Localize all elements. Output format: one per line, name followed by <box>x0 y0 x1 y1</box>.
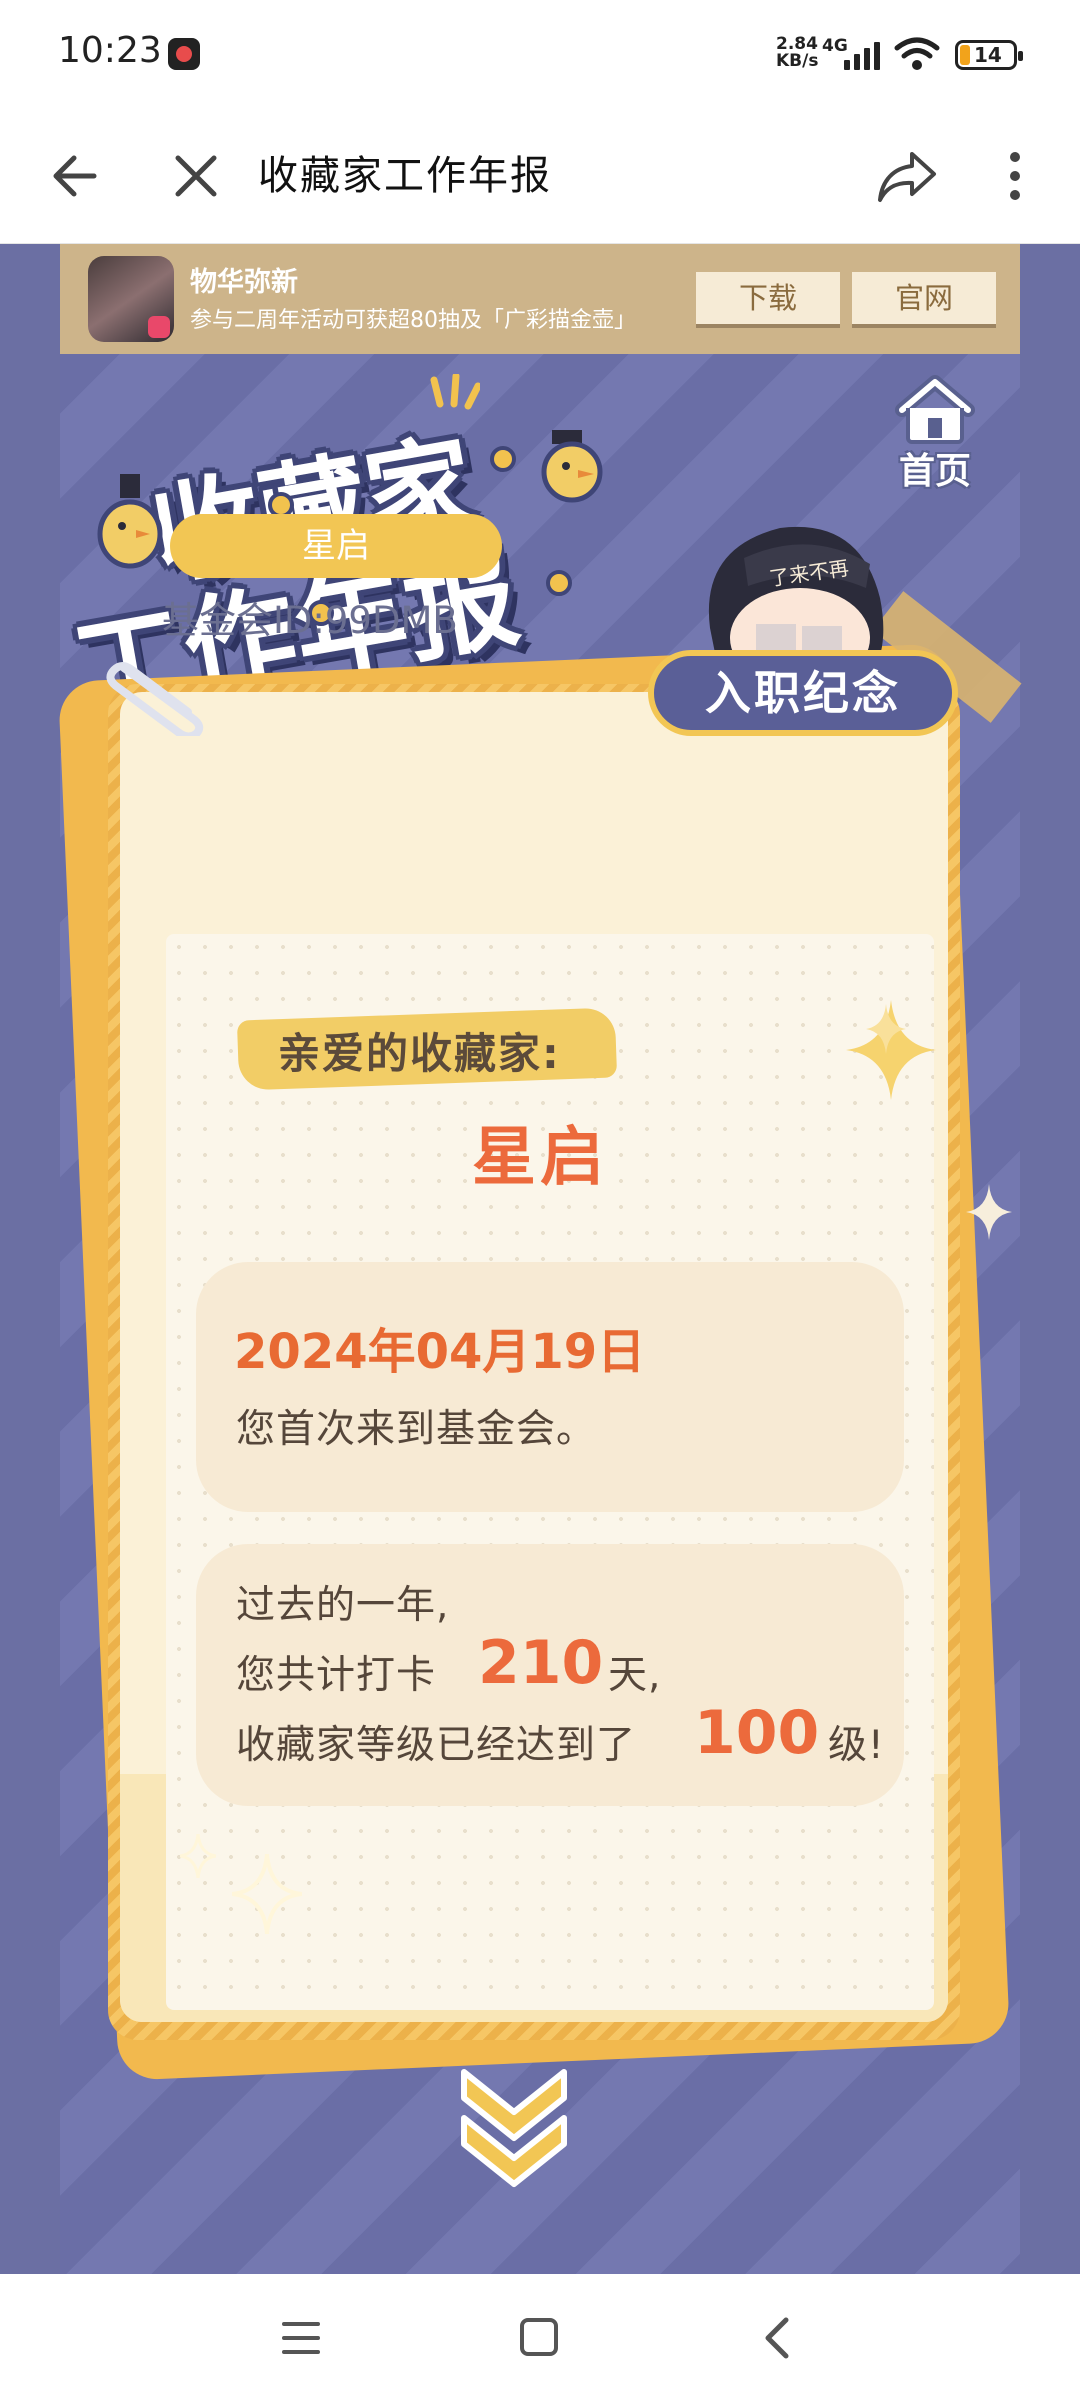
checkin-prefix: 您共计打卡 <box>236 1653 437 1698</box>
side-shade-right <box>1020 244 1080 2274</box>
first-visit-text: 您首次来到基金会。 <box>236 1407 597 1452</box>
page-title: 收藏家工作年报 <box>258 153 552 199</box>
status-bar: 10:23 2.84 KB/s 4G 14 <box>0 0 1080 110</box>
app-download-banner: 物华弥新 参与二周年活动可获超80抽及「广彩描金壶」 下载 官网 <box>60 244 1020 354</box>
home-icon <box>895 375 975 444</box>
banner-app-name: 物华弥新 <box>190 267 298 298</box>
close-icon[interactable] <box>168 146 224 206</box>
sparkle-icon <box>180 1834 216 1878</box>
paperclip-icon <box>106 662 204 736</box>
browser-toolbar: 收藏家工作年报 <box>0 110 1080 244</box>
system-nav-bar <box>0 2274 1080 2401</box>
logo-dot <box>490 446 516 472</box>
notification-app-icon <box>168 38 200 70</box>
foundation-id: 基金会ID:99DMB <box>162 599 458 642</box>
nickname-pill: 星启 <box>170 514 502 578</box>
more-vertical-icon[interactable] <box>1000 146 1030 206</box>
bird-mascot-icon <box>541 430 603 503</box>
checkin-days: 210 <box>478 1628 604 1698</box>
battery-level: 14 <box>974 43 1002 67</box>
past-year-text: 过去的一年, <box>236 1583 450 1628</box>
home-square-icon[interactable] <box>520 2318 558 2356</box>
network-speed-unit: KB/s <box>776 51 819 71</box>
menu-icon[interactable] <box>282 2318 322 2358</box>
arrow-left-icon[interactable] <box>48 146 104 206</box>
network-speed: 2.84 KB/s <box>776 36 818 70</box>
official-site-button[interactable]: 官网 <box>852 272 996 324</box>
wifi-icon <box>894 37 940 70</box>
checkin-suffix: 天, <box>608 1653 662 1698</box>
first-visit-date: 2024年04月19日 <box>234 1324 646 1380</box>
greeting-name: 星启 <box>472 1121 608 1195</box>
bird-mascot-icon <box>97 474 163 569</box>
entry-anniversary-badge: 入职纪念 <box>648 650 958 736</box>
web-content[interactable]: 物华弥新 参与二周年活动可获超80抽及「广彩描金壶」 下载 官网 首页 收藏家 … <box>0 244 1080 2274</box>
level-suffix: 级! <box>828 1723 885 1768</box>
greeting: 亲爱的收藏家: <box>278 1029 561 1078</box>
share-icon[interactable] <box>876 144 940 208</box>
signal-icon <box>842 40 884 70</box>
sparkle-lines-icon <box>430 374 480 410</box>
first-visit-box <box>196 1262 904 1512</box>
level-value: 100 <box>694 1698 820 1768</box>
sparkle-icon <box>866 1004 906 1054</box>
sparkle-icon <box>966 1184 1012 1240</box>
home-label: 首页 <box>898 451 971 492</box>
banner-subtitle: 参与二周年活动可获超80抽及「广彩描金壶」 <box>190 308 636 333</box>
level-prefix: 收藏家等级已经达到了 <box>236 1723 637 1768</box>
status-time: 10:23 <box>58 30 162 71</box>
side-shade-left <box>0 244 60 2274</box>
back-chevron-icon[interactable] <box>758 2314 798 2362</box>
app-icon[interactable] <box>88 256 174 342</box>
battery-icon: 14 <box>955 40 1023 70</box>
home-button[interactable]: 首页 <box>892 374 978 494</box>
scroll-down-icon[interactable] <box>454 2062 574 2192</box>
sparkle-icon <box>232 1854 302 1934</box>
logo-dot <box>546 570 572 596</box>
download-button[interactable]: 下载 <box>696 272 840 324</box>
